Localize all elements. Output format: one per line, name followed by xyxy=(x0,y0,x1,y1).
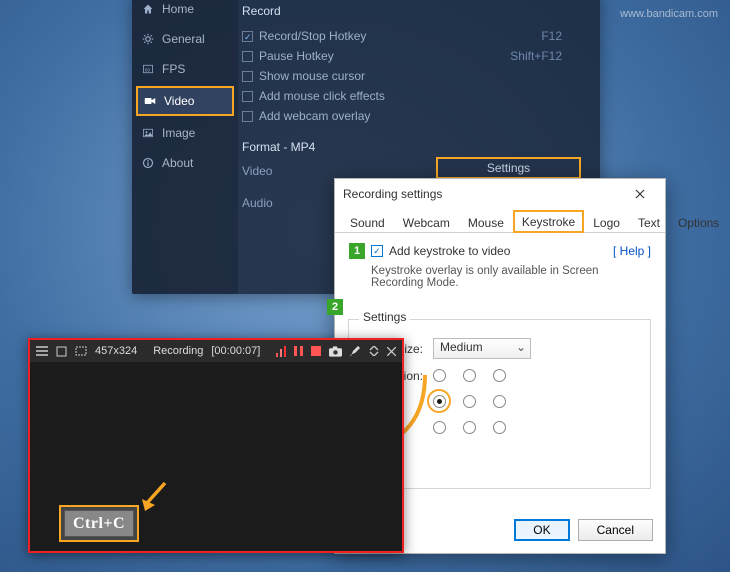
option-webcam-overlay[interactable]: Add webcam overlay xyxy=(242,106,590,126)
sidebar-item-video[interactable]: Video xyxy=(136,86,234,116)
add-keystroke-label: Add keystroke to video xyxy=(389,244,510,258)
step-badge-1: 1 xyxy=(349,243,365,259)
sidebar-item-general[interactable]: General xyxy=(132,24,238,54)
option-label: Add mouse click effects xyxy=(259,89,385,103)
keystroke-note: Keystroke overlay is only available in S… xyxy=(371,265,651,289)
audio-level-icon xyxy=(276,346,286,357)
step-badge-2: 2 xyxy=(327,299,343,315)
record-section-title: Record xyxy=(242,0,590,26)
format-section-title: Format - MP4 xyxy=(242,140,590,154)
recording-preview-window: 457x324 Recording [00:00:07] Ctrl+C xyxy=(28,338,404,553)
position-radio-7[interactable] xyxy=(463,421,476,434)
option-click-effects[interactable]: Add mouse click effects xyxy=(242,86,590,106)
region-icon[interactable] xyxy=(75,345,87,358)
sidebar-item-home[interactable]: Home xyxy=(132,0,238,24)
option-value: F12 xyxy=(541,29,590,43)
dialog-title: Recording settings xyxy=(343,187,442,201)
position-radio-0[interactable] xyxy=(433,369,446,382)
close-icon xyxy=(635,189,645,199)
font-size-select[interactable]: Medium xyxy=(433,338,531,359)
position-radio-8[interactable] xyxy=(493,421,506,434)
settings-group-legend: Settings xyxy=(359,310,410,324)
cancel-button[interactable]: Cancel xyxy=(578,519,653,541)
watermark-text: www.bandicam.com xyxy=(620,8,718,20)
video-icon xyxy=(144,95,156,107)
dialog-button-bar: OK Cancel xyxy=(514,519,653,541)
sidebar-item-image[interactable]: Image xyxy=(132,118,238,148)
home-icon xyxy=(142,3,154,15)
font-size-value: Medium xyxy=(440,340,483,354)
close-button[interactable] xyxy=(623,183,657,205)
sidebar-item-label: Home xyxy=(162,2,194,16)
tab-options[interactable]: Options xyxy=(669,211,728,233)
tab-sound[interactable]: Sound xyxy=(341,211,394,233)
sidebar-item-label: General xyxy=(162,32,205,46)
help-link[interactable]: [ Help ] xyxy=(613,244,651,258)
option-label: Add webcam overlay xyxy=(259,109,370,123)
dialog-titlebar[interactable]: Recording settings xyxy=(335,179,665,209)
sidebar-item-label: About xyxy=(162,156,193,170)
dialog-tabs: Sound Webcam Mouse Keystroke Logo Text O… xyxy=(335,209,665,233)
position-radio-1[interactable] xyxy=(463,369,476,382)
option-value: Shift+F12 xyxy=(510,49,590,63)
pause-icon[interactable] xyxy=(294,345,303,358)
sidebar: Home General 60 FPS Video Image About xyxy=(132,0,238,294)
draw-icon[interactable] xyxy=(350,345,361,358)
sidebar-item-fps[interactable]: 60 FPS xyxy=(132,54,238,84)
gear-icon xyxy=(142,33,154,45)
annotation-circle xyxy=(427,389,451,413)
sidebar-item-label: Image xyxy=(162,126,195,140)
image-icon xyxy=(142,127,154,139)
option-pause-hotkey[interactable]: Pause Hotkey Shift+F12 xyxy=(242,46,590,66)
position-radio-4[interactable] xyxy=(463,395,476,408)
option-show-mouse[interactable]: Show mouse cursor xyxy=(242,66,590,86)
expand-icon[interactable] xyxy=(369,345,379,358)
resolution-text: 457x324 xyxy=(95,345,137,357)
position-radio-2[interactable] xyxy=(493,369,506,382)
checkbox-icon[interactable] xyxy=(242,51,253,62)
fullscreen-icon[interactable] xyxy=(56,345,67,358)
checkbox-icon[interactable] xyxy=(242,91,253,102)
sidebar-item-label: FPS xyxy=(162,62,185,76)
fps-icon: 60 xyxy=(142,63,154,75)
tab-logo[interactable]: Logo xyxy=(584,211,629,233)
settings-button[interactable]: Settings xyxy=(436,157,581,179)
camera-icon[interactable] xyxy=(329,345,342,358)
svg-text:60: 60 xyxy=(145,67,151,72)
status-text: Recording xyxy=(153,345,203,357)
sidebar-item-label: Video xyxy=(164,94,194,108)
checkbox-icon[interactable] xyxy=(242,31,253,42)
option-record-hotkey[interactable]: Record/Stop Hotkey F12 xyxy=(242,26,590,46)
checkbox-icon[interactable] xyxy=(242,71,253,82)
elapsed-text: [00:00:07] xyxy=(211,345,260,357)
option-label: Pause Hotkey xyxy=(259,49,334,63)
tab-webcam[interactable]: Webcam xyxy=(394,211,459,233)
stop-icon[interactable] xyxy=(311,345,321,358)
option-label: Show mouse cursor xyxy=(259,69,365,83)
checkbox-icon[interactable] xyxy=(242,111,253,122)
add-keystroke-checkbox[interactable] xyxy=(371,245,383,257)
ok-button[interactable]: OK xyxy=(514,519,569,541)
info-icon xyxy=(142,157,154,169)
position-radio-6[interactable] xyxy=(433,421,446,434)
option-label: Record/Stop Hotkey xyxy=(259,29,366,43)
keystroke-overlay-badge: Ctrl+C xyxy=(64,510,134,537)
tab-mouse[interactable]: Mouse xyxy=(459,211,513,233)
tab-keystroke[interactable]: Keystroke xyxy=(513,210,584,233)
menu-icon[interactable] xyxy=(36,345,48,358)
sidebar-item-about[interactable]: About xyxy=(132,148,238,178)
position-radio-5[interactable] xyxy=(493,395,506,408)
tab-text[interactable]: Text xyxy=(629,211,669,233)
recording-toolbar: 457x324 Recording [00:00:07] xyxy=(30,340,402,362)
close-icon[interactable] xyxy=(387,345,396,358)
